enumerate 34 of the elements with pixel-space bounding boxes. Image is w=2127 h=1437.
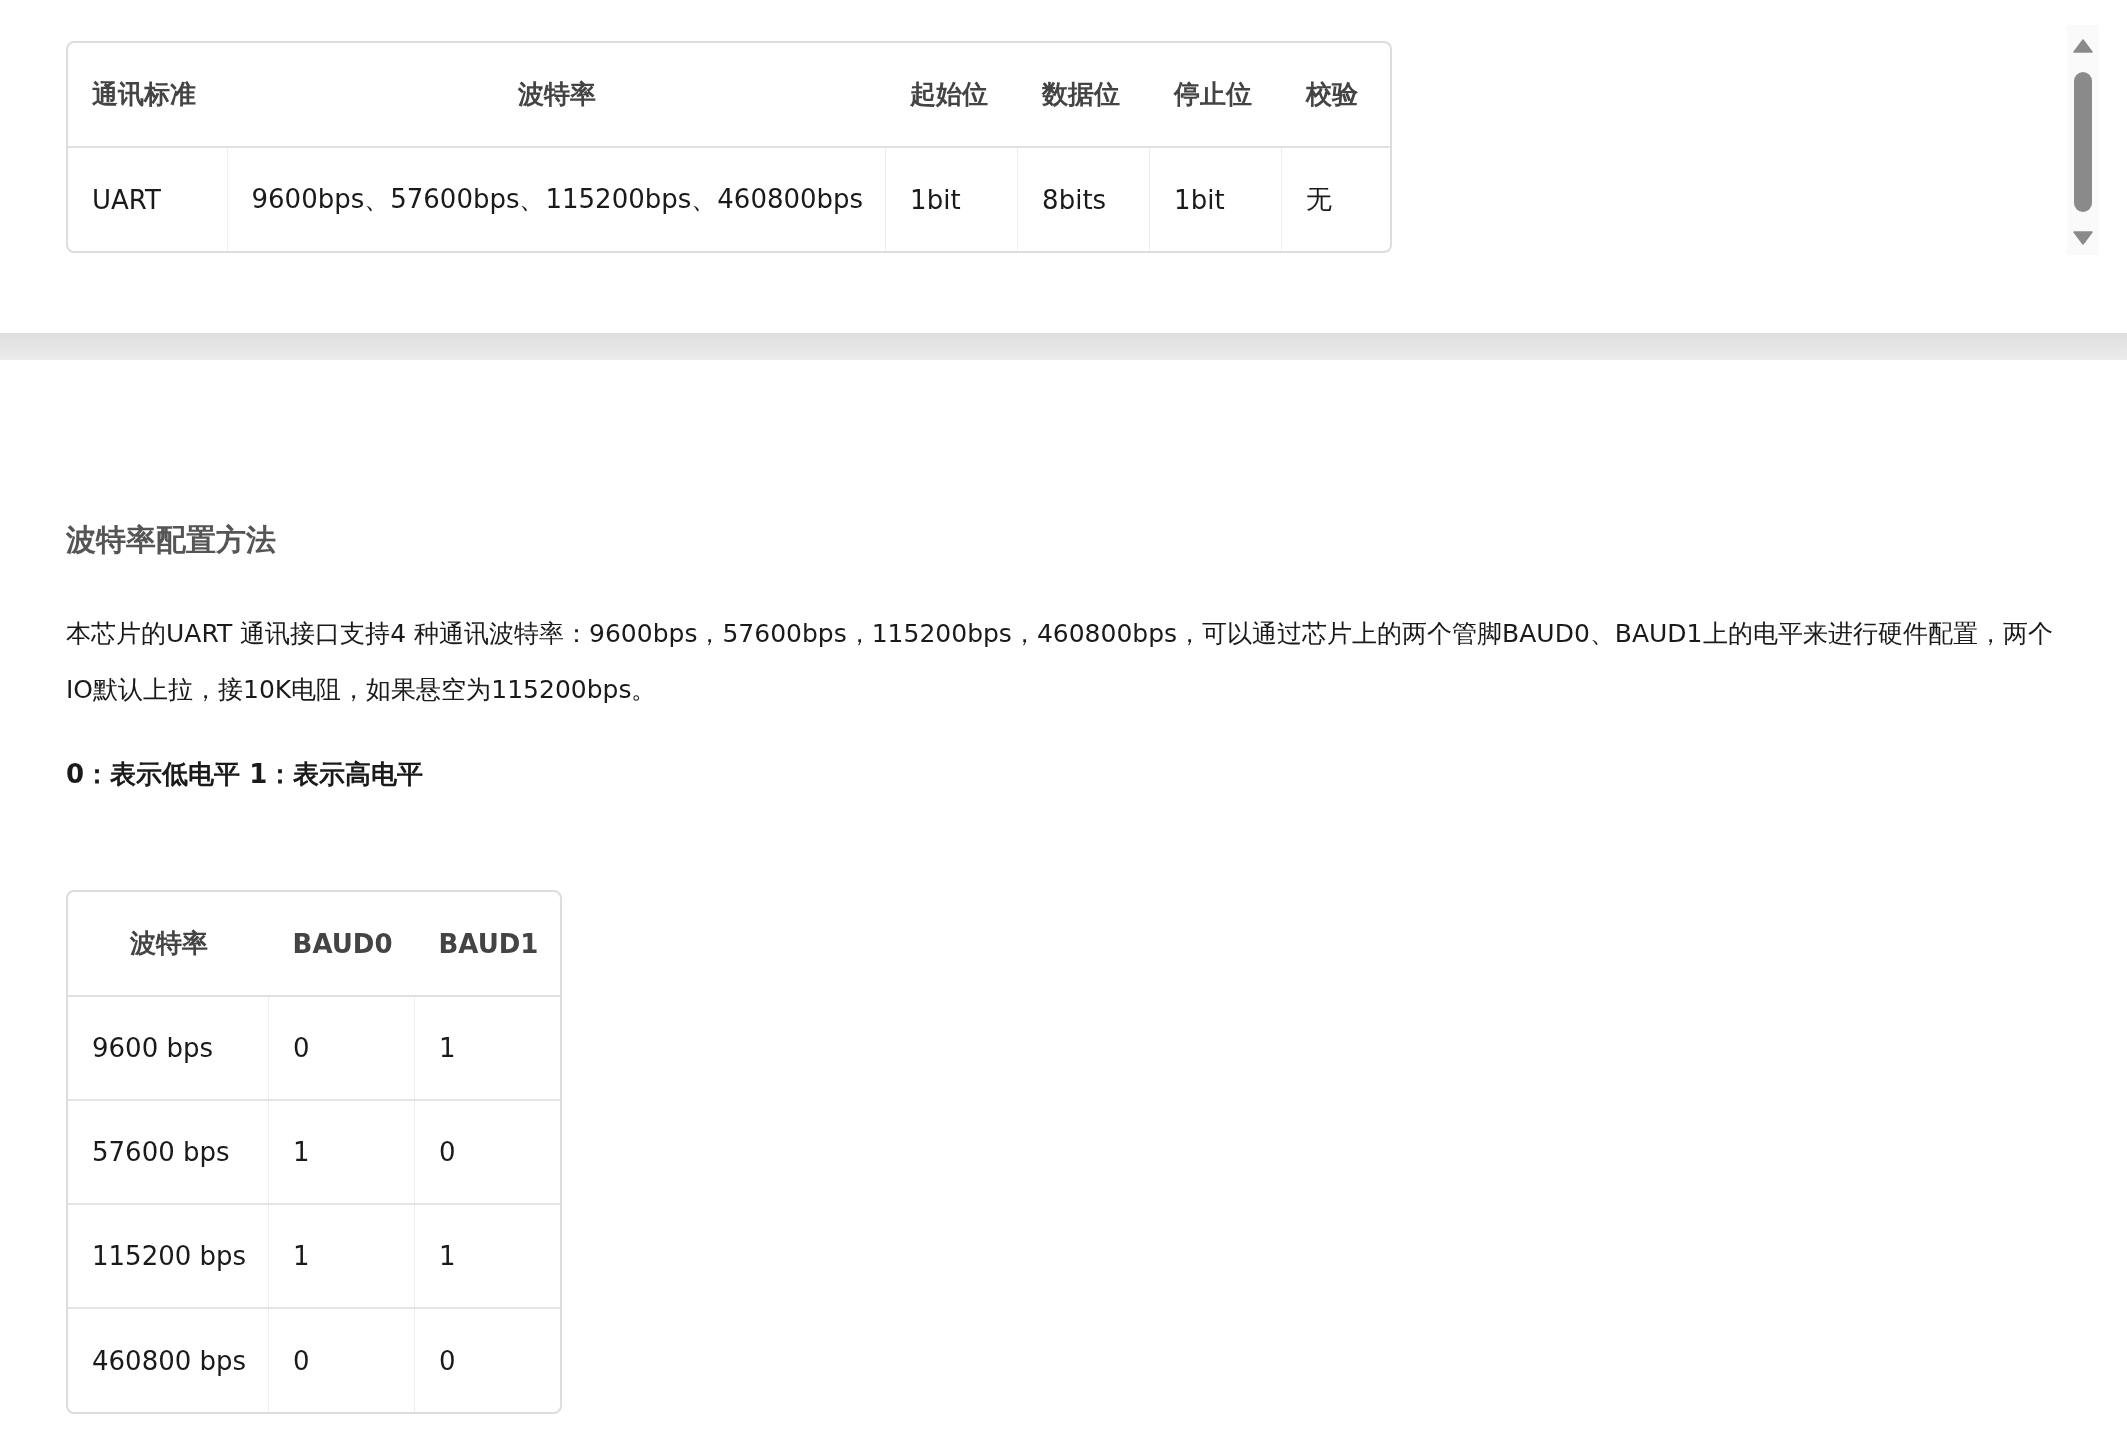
scroll-up-icon[interactable] xyxy=(2073,39,2093,53)
column-header: 停止位 xyxy=(1173,79,1252,109)
table-cell: UART xyxy=(92,184,161,215)
table-cell: 0 xyxy=(439,1345,456,1376)
table-cell: 无 xyxy=(1306,184,1333,214)
scrollbar[interactable] xyxy=(2067,25,2099,255)
column-header: 通讯标准 xyxy=(92,79,196,109)
column-header: 波特率 xyxy=(130,928,209,958)
table-cell: 1bit xyxy=(1174,184,1225,215)
column-header: BAUD1 xyxy=(438,928,539,959)
table-cell: 0 xyxy=(439,1137,456,1167)
table-cell: 9600 bps xyxy=(92,1033,213,1063)
table-cell: 1 xyxy=(293,1241,310,1271)
table-cell: 115200 bps xyxy=(92,1241,247,1271)
scrollbar-thumb[interactable] xyxy=(2074,72,2092,212)
table-cell: 1 xyxy=(439,1241,456,1271)
column-header: 波特率 xyxy=(518,79,597,109)
table-cell: 0 xyxy=(293,1345,310,1376)
table-cell: 8bits xyxy=(1042,184,1107,215)
note-text: 0：表示低电平 1：表示高电平 xyxy=(66,758,425,791)
table-cell: 1bit xyxy=(910,184,961,215)
table-cell: 1 xyxy=(293,1137,310,1167)
column-header: 校验 xyxy=(1305,79,1358,109)
paragraph: 本芯片的UART 通讯接口支持4 种通讯波特率：9600bps，57600bps，115200bps，460800bps，可以通过芯片上的两个管脚BAUD0、BAUD1上的电平来进行硬件配置，两个IO默认上拉，接10K电阻，如果悬空为115200bps。 xyxy=(66,618,2054,706)
column-header: 起始位 xyxy=(909,79,988,109)
table-cell: 1 xyxy=(439,1033,456,1063)
table-cell: 9600bps、57600bps、115200bps、460800bps xyxy=(251,184,864,214)
column-header: 数据位 xyxy=(1041,79,1120,109)
column-header: BAUD0 xyxy=(292,928,393,959)
table-cell: 57600 bps xyxy=(92,1137,230,1167)
scroll-down-icon[interactable] xyxy=(2073,231,2093,245)
section-heading: 波特率配置方法 xyxy=(66,521,277,559)
table-cell: 460800 bps xyxy=(92,1345,247,1376)
table-cell: 0 xyxy=(293,1033,310,1063)
